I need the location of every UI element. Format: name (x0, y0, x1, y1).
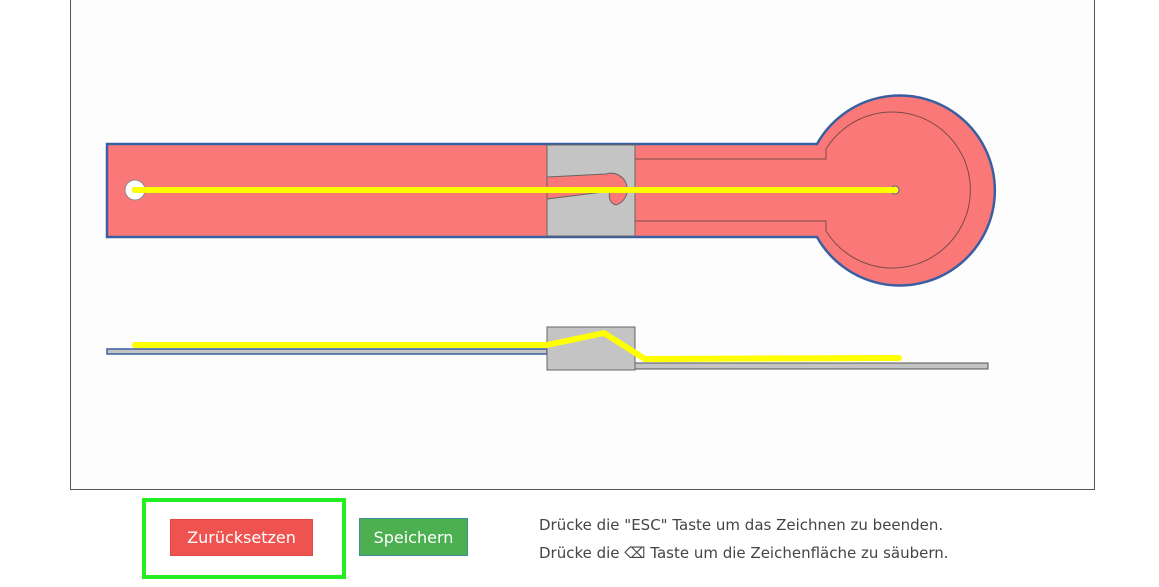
sensor-drawing[interactable] (71, 0, 1094, 489)
drawn-line-side (132, 330, 902, 362)
side-strip-left (106, 348, 548, 355)
sensor-side-view (106, 326, 989, 371)
save-button[interactable]: Speichern (359, 518, 468, 556)
side-strip-right (634, 362, 989, 370)
reset-button[interactable]: Zurücksetzen (170, 519, 313, 556)
clear-hint-text: Drücke die ⌫ Taste um die Zeichenfläche … (539, 544, 949, 562)
drawing-canvas[interactable] (70, 0, 1095, 490)
esc-hint-text: Drücke die "ESC" Taste um das Zeichnen z… (539, 516, 944, 534)
keyboard-hints: Drücke die "ESC" Taste um das Zeichnen z… (539, 511, 949, 567)
sensor-top-view (105, 94, 997, 287)
